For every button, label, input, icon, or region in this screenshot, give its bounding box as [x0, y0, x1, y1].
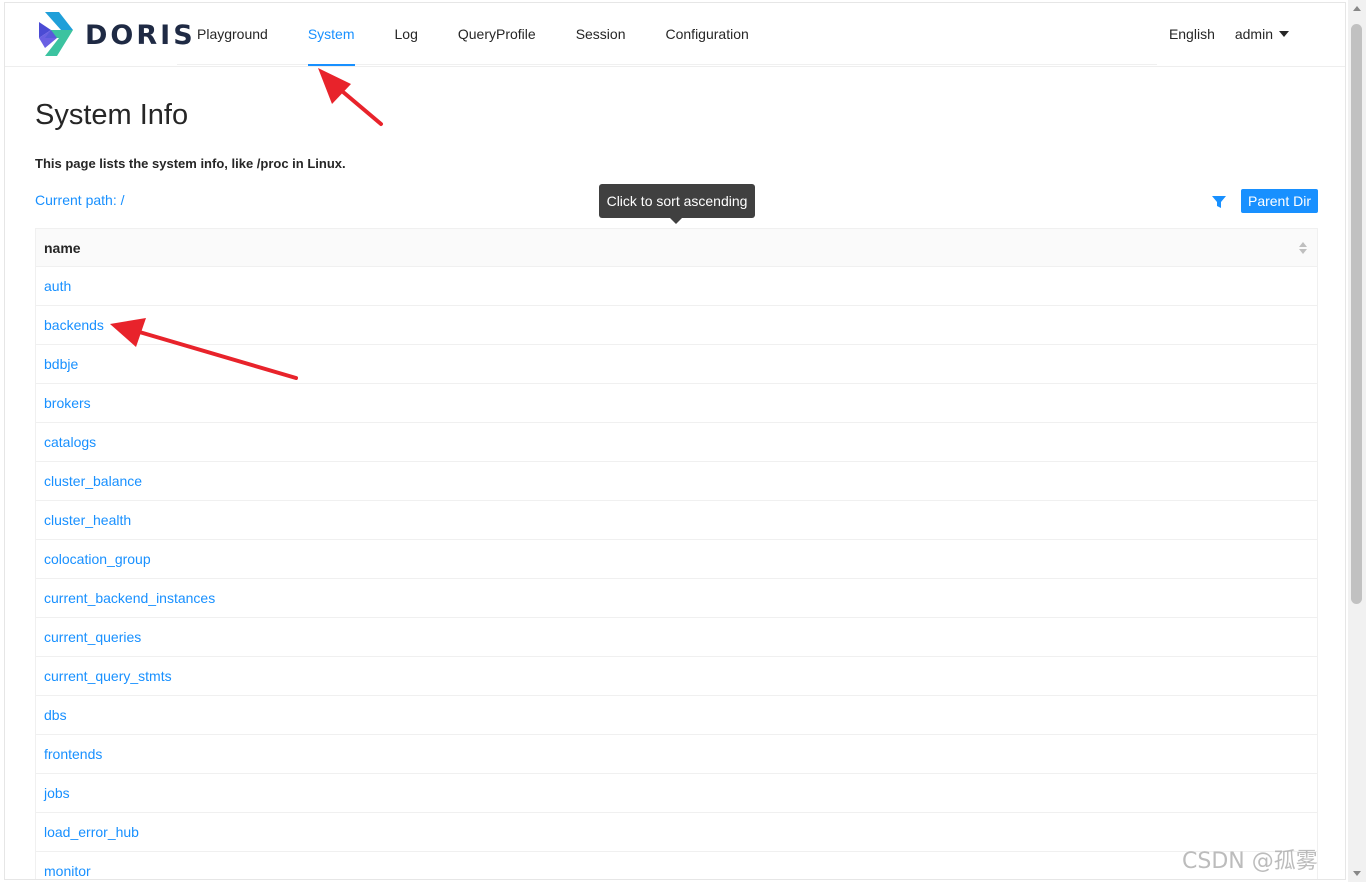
row-link-current-backend-instances[interactable]: current_backend_instances: [44, 590, 215, 606]
system-info-table: name auth backends bdbje brokers catalog…: [35, 228, 1318, 879]
app-window: DORIS Playground System Log QueryProfile…: [4, 2, 1346, 880]
table-row: catalogs: [36, 423, 1317, 462]
row-link-auth[interactable]: auth: [44, 278, 71, 294]
nav-playground[interactable]: Playground: [177, 3, 288, 65]
row-link-current-query-stmts[interactable]: current_query_stmts: [44, 668, 172, 684]
row-link-load-error-hub[interactable]: load_error_hub: [44, 824, 139, 840]
nav-system[interactable]: System: [288, 3, 375, 66]
scroll-up-icon[interactable]: [1353, 6, 1361, 11]
table-row: load_error_hub: [36, 813, 1317, 852]
table-row: cluster_balance: [36, 462, 1317, 501]
page-description: This page lists the system info, like /p…: [35, 156, 346, 171]
row-link-colocation-group[interactable]: colocation_group: [44, 551, 151, 567]
language-switch[interactable]: English: [1169, 26, 1215, 42]
doris-logo[interactable]: DORIS: [37, 12, 196, 58]
table-row: frontends: [36, 735, 1317, 774]
row-link-cluster-health[interactable]: cluster_health: [44, 512, 131, 528]
current-path[interactable]: Current path: /: [35, 192, 125, 208]
table-row: bdbje: [36, 345, 1317, 384]
vertical-scrollbar[interactable]: [1348, 0, 1366, 882]
row-link-brokers[interactable]: brokers: [44, 395, 91, 411]
table-row: backends: [36, 306, 1317, 345]
watermark: CSDN @孤雾: [1182, 849, 1318, 874]
row-link-current-queries[interactable]: current_queries: [44, 629, 141, 645]
sort-tooltip: Click to sort ascending: [599, 184, 755, 218]
table-row: brokers: [36, 384, 1317, 423]
row-link-frontends[interactable]: frontends: [44, 746, 102, 762]
table-row: auth: [36, 267, 1317, 306]
header-right: English admin: [1169, 3, 1289, 65]
row-link-catalogs[interactable]: catalogs: [44, 434, 96, 450]
nav-log[interactable]: Log: [375, 3, 438, 65]
sort-icon[interactable]: [1299, 241, 1307, 255]
top-header: DORIS Playground System Log QueryProfile…: [5, 3, 1345, 67]
parent-dir-button[interactable]: Parent Dir: [1241, 189, 1318, 213]
tooltip-arrow: [670, 218, 682, 224]
main-nav: Playground System Log QueryProfile Sessi…: [177, 3, 1157, 66]
row-link-monitor[interactable]: monitor: [44, 863, 91, 879]
filter-icon[interactable]: [1211, 194, 1227, 210]
user-name: admin: [1234, 26, 1273, 42]
table-row: current_query_stmts: [36, 657, 1317, 696]
nav-configuration[interactable]: Configuration: [646, 3, 769, 65]
caret-down-icon: [1279, 31, 1289, 37]
table-row: current_backend_instances: [36, 579, 1317, 618]
table-row: jobs: [36, 774, 1317, 813]
row-link-cluster-balance[interactable]: cluster_balance: [44, 473, 142, 489]
table-row: cluster_health: [36, 501, 1317, 540]
table-row: monitor: [36, 852, 1317, 879]
nav-session[interactable]: Session: [556, 3, 646, 65]
page-title: System Info: [35, 99, 189, 131]
column-header-label: name: [44, 240, 81, 256]
table-row: dbs: [36, 696, 1317, 735]
row-link-dbs[interactable]: dbs: [44, 707, 67, 723]
column-header-name[interactable]: name: [36, 228, 1317, 267]
user-menu[interactable]: admin: [1235, 26, 1289, 42]
table-row: current_queries: [36, 618, 1317, 657]
table-row: colocation_group: [36, 540, 1317, 579]
nav-queryprofile[interactable]: QueryProfile: [438, 3, 556, 65]
row-link-jobs[interactable]: jobs: [44, 785, 70, 801]
scrollbar-thumb[interactable]: [1351, 24, 1362, 604]
doris-logo-icon: [39, 12, 73, 56]
row-link-backends[interactable]: backends: [44, 317, 104, 333]
scroll-down-icon[interactable]: [1353, 871, 1361, 876]
row-link-bdbje[interactable]: bdbje: [44, 356, 78, 372]
